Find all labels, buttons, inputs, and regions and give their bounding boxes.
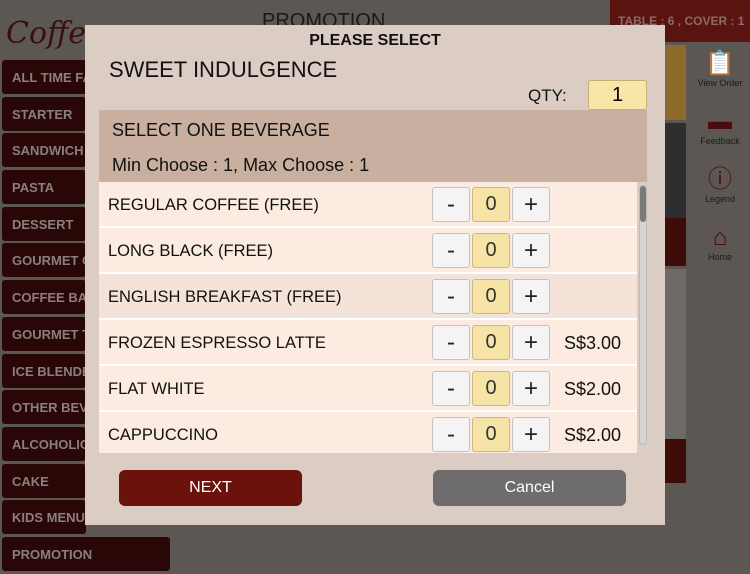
dialog-heading: PLEASE SELECT bbox=[309, 32, 441, 49]
category-item[interactable]: COFFEE BAR bbox=[2, 280, 86, 315]
selection-dialog: PLEASE SELECT SWEET INDULGENCE QTY: 1 SE… bbox=[85, 25, 665, 525]
decrement-button[interactable]: - bbox=[432, 325, 470, 360]
quantity-stepper: - 0 + bbox=[432, 371, 550, 406]
increment-button[interactable]: + bbox=[512, 371, 550, 406]
option-qty[interactable]: 0 bbox=[472, 233, 510, 268]
category-item[interactable]: KIDS MENU bbox=[2, 500, 86, 535]
option-row: REGULAR COFFEE (FREE) - 0 + bbox=[99, 182, 637, 228]
increment-button[interactable]: + bbox=[512, 325, 550, 360]
increment-button[interactable]: + bbox=[512, 279, 550, 314]
quantity-stepper: - 0 + bbox=[432, 325, 550, 360]
decrement-button[interactable]: - bbox=[432, 279, 470, 314]
decrement-button[interactable]: - bbox=[432, 233, 470, 268]
home-button[interactable]: ⌂ Home bbox=[690, 216, 750, 274]
option-qty[interactable]: 0 bbox=[472, 371, 510, 406]
qty-input[interactable]: 1 bbox=[588, 80, 647, 110]
chat-bubble-icon: ▬ bbox=[708, 108, 732, 135]
view-order-button[interactable]: 📋 View Order bbox=[690, 42, 750, 100]
qty-label: QTY: bbox=[528, 86, 567, 105]
nav-label: Legend bbox=[704, 194, 736, 204]
quantity-stepper: - 0 + bbox=[432, 417, 550, 452]
category-item[interactable]: ICE BLENDED bbox=[2, 353, 86, 388]
item-name: SWEET INDULGENCE bbox=[109, 57, 338, 82]
clipboard-icon: 📋 bbox=[705, 50, 735, 77]
info-icon: ⓘ bbox=[708, 166, 732, 193]
option-row: FROZEN ESPRESSO LATTE - 0 + S$3.00 bbox=[99, 320, 637, 366]
quantity-stepper: - 0 + bbox=[432, 279, 550, 314]
category-item[interactable]: DESSERT bbox=[2, 206, 86, 241]
option-price: S$2.00 bbox=[564, 379, 622, 399]
increment-button[interactable]: + bbox=[512, 417, 550, 452]
group-rule: Min Choose : 1, Max Choose : 1 bbox=[112, 155, 370, 175]
option-row: FLAT WHITE - 0 + S$2.00 bbox=[99, 366, 637, 412]
category-item-promotion[interactable]: PROMOTION bbox=[2, 536, 170, 571]
home-icon: ⌂ bbox=[712, 224, 728, 251]
category-item[interactable]: OTHER BEVERAGES bbox=[2, 390, 86, 425]
option-price: S$3.00 bbox=[564, 333, 622, 353]
decrement-button[interactable]: - bbox=[432, 417, 470, 452]
option-name: FLAT WHITE bbox=[108, 380, 205, 398]
category-item[interactable]: SANDWICH bbox=[2, 133, 86, 168]
nav-label: View Order bbox=[697, 78, 743, 88]
scrollbar-thumb[interactable] bbox=[640, 186, 646, 222]
category-item[interactable]: CAKE bbox=[2, 463, 86, 498]
category-item[interactable]: ALCOHOLIC bbox=[2, 426, 86, 461]
nav-label: Home bbox=[707, 252, 732, 262]
option-name: ENGLISH BREAKFAST (FREE) bbox=[108, 288, 342, 306]
option-name: LONG BLACK (FREE) bbox=[108, 242, 274, 260]
decrement-button[interactable]: - bbox=[432, 187, 470, 222]
right-nav: 📋 View Order ▬ Feedback ⓘ Legend ⌂ Home bbox=[690, 42, 750, 562]
nav-label: Feedback bbox=[700, 136, 740, 146]
category-item[interactable]: GOURMET COFFEE bbox=[2, 243, 86, 278]
option-row: ENGLISH BREAKFAST (FREE) - 0 + bbox=[99, 274, 637, 320]
option-row: LONG BLACK (FREE) - 0 + bbox=[99, 228, 637, 274]
option-qty[interactable]: 0 bbox=[472, 417, 510, 452]
feedback-button[interactable]: ▬ Feedback bbox=[690, 100, 750, 158]
group-header: SELECT ONE BEVERAGE Min Choose : 1, Max … bbox=[99, 110, 647, 182]
option-list: REGULAR COFFEE (FREE) - 0 + LONG BLACK (… bbox=[99, 182, 647, 453]
next-button[interactable]: NEXT bbox=[119, 470, 302, 506]
increment-button[interactable]: + bbox=[512, 187, 550, 222]
category-item[interactable]: GOURMET TEA bbox=[2, 316, 86, 351]
decrement-button[interactable]: - bbox=[432, 371, 470, 406]
category-item[interactable]: STARTER bbox=[2, 96, 86, 131]
legend-button[interactable]: ⓘ Legend bbox=[690, 158, 750, 216]
option-qty[interactable]: 0 bbox=[472, 279, 510, 314]
quantity-stepper: - 0 + bbox=[432, 187, 550, 222]
cancel-button[interactable]: Cancel bbox=[433, 470, 626, 506]
category-item[interactable]: PASTA bbox=[2, 170, 86, 205]
option-name: CAPPUCCINO bbox=[108, 426, 219, 444]
option-qty[interactable]: 0 bbox=[472, 325, 510, 360]
option-row: CAPPUCCINO - 0 + S$2.00 bbox=[99, 412, 637, 453]
scrollbar[interactable] bbox=[639, 185, 647, 445]
option-name: REGULAR COFFEE (FREE) bbox=[108, 196, 319, 214]
group-title: SELECT ONE BEVERAGE bbox=[112, 120, 330, 140]
option-qty[interactable]: 0 bbox=[472, 187, 510, 222]
quantity-stepper: - 0 + bbox=[432, 233, 550, 268]
option-name: FROZEN ESPRESSO LATTE bbox=[108, 334, 326, 352]
option-price: S$2.00 bbox=[564, 425, 622, 445]
increment-button[interactable]: + bbox=[512, 233, 550, 268]
